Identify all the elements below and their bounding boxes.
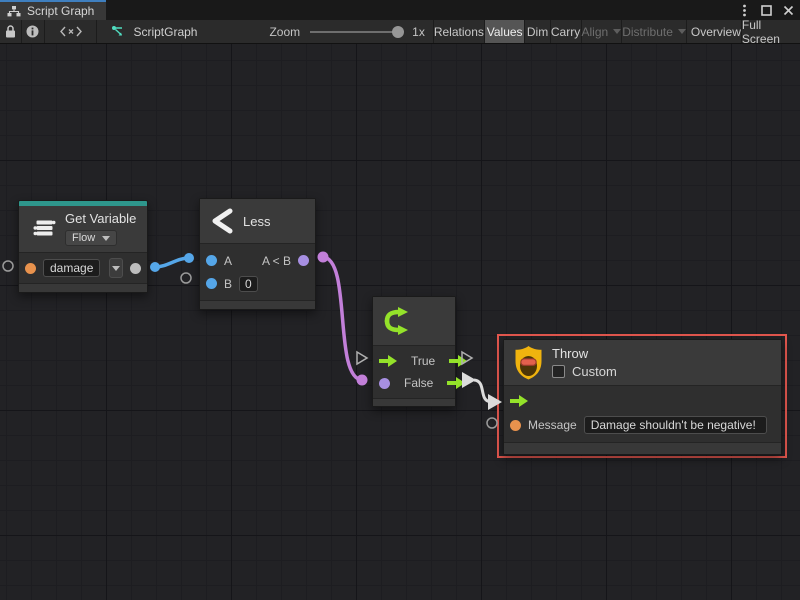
wire-false-to-throw[interactable]	[474, 380, 491, 402]
node-throw[interactable]: Throw Custom Mess	[503, 339, 782, 455]
zoom-label: Zoom	[269, 25, 300, 39]
chevron-down-icon	[678, 29, 686, 34]
node-footer	[19, 283, 147, 292]
message-input-port[interactable]	[510, 420, 521, 431]
values-button[interactable]: Values	[485, 20, 526, 43]
custom-checkbox-label: Custom	[572, 364, 617, 379]
true-output-port[interactable]	[449, 355, 467, 367]
unconnected-flow-hint	[357, 352, 367, 364]
output-label: A < B	[262, 254, 291, 268]
true-label: True	[411, 354, 435, 368]
wire-endpoint	[357, 375, 368, 386]
variable-icon	[33, 217, 56, 240]
unconnected-port-hint	[3, 261, 13, 271]
code-preview-button[interactable]	[45, 20, 98, 43]
lock-icon	[5, 25, 16, 38]
if-header[interactable]	[373, 297, 455, 346]
false-output-port[interactable]	[447, 377, 465, 389]
distribute-button[interactable]: Distribute	[622, 20, 687, 43]
lock-button[interactable]	[0, 20, 22, 43]
variable-name-field[interactable]: damage	[43, 259, 100, 277]
dim-button[interactable]: Dim	[525, 20, 550, 43]
wire-endpoint	[318, 252, 329, 263]
node-if[interactable]: True False	[372, 296, 456, 407]
node-less[interactable]: Less A A < B B 0	[199, 198, 316, 310]
flow-input-port[interactable]	[379, 355, 397, 367]
chevron-down-icon	[613, 29, 621, 34]
node-footer	[373, 398, 455, 406]
false-label: False	[404, 376, 433, 390]
fullscreen-button[interactable]: Full Screen	[742, 20, 800, 43]
script-graph-window: Script Graph	[0, 0, 800, 600]
branch-icon	[381, 305, 411, 337]
input-b-value-field[interactable]: 0	[239, 276, 258, 292]
flow-input-port[interactable]	[510, 395, 528, 407]
node-title: Throw	[552, 346, 617, 361]
graph-canvas[interactable]: Get Variable Flow damage	[0, 44, 800, 600]
less-than-icon	[210, 208, 234, 234]
carry-button[interactable]: Carry	[551, 20, 582, 43]
toolbar-middle: ScriptGraph Zoom 1x	[97, 20, 433, 43]
tab-script-graph[interactable]: Script Graph	[0, 0, 106, 20]
unconnected-port-hint	[181, 273, 191, 283]
less-header[interactable]: Less	[200, 199, 315, 244]
tab-bar: Script Graph	[0, 0, 800, 20]
input-a-port[interactable]	[206, 255, 217, 266]
selection-outline: Throw Custom Mess	[497, 334, 787, 458]
node-title: Less	[243, 214, 270, 229]
graph-toolbar: ScriptGraph Zoom 1x Relations Values Dim…	[0, 20, 800, 44]
align-button[interactable]: Align	[582, 20, 623, 43]
tab-title: Script Graph	[27, 4, 94, 18]
overview-button[interactable]: Overview	[691, 20, 742, 43]
node-get-variable[interactable]: Get Variable Flow damage	[18, 200, 148, 293]
zoom-slider-handle[interactable]	[392, 26, 404, 38]
input-b-port[interactable]	[206, 278, 217, 289]
kebab-menu-icon[interactable]	[736, 2, 752, 18]
node-title: Get Variable	[65, 211, 136, 226]
input-b-label: B	[224, 277, 232, 291]
hierarchy-icon	[7, 5, 21, 18]
close-icon[interactable]	[780, 2, 796, 18]
wire-less-to-if[interactable]	[323, 257, 362, 380]
throw-header[interactable]: Throw Custom	[504, 340, 781, 386]
variable-scope-value: Flow	[72, 232, 95, 244]
wire-damage-to-a[interactable]	[155, 258, 189, 267]
variable-name-dropdown-button[interactable]	[109, 258, 123, 278]
info-icon	[26, 25, 39, 38]
node-footer	[504, 442, 781, 454]
wire-endpoint	[150, 262, 160, 272]
unconnected-port-hint	[487, 418, 497, 428]
comparison-output-port[interactable]	[298, 255, 309, 266]
relations-button[interactable]: Relations	[434, 20, 485, 43]
zoom-slider[interactable]	[310, 31, 402, 33]
message-value-field[interactable]: Damage shouldn't be negative!	[584, 416, 767, 434]
zoom-value: 1x	[412, 25, 425, 39]
node-footer	[200, 300, 315, 309]
code-icon	[60, 26, 82, 37]
value-output-port[interactable]	[130, 263, 141, 274]
chevron-down-icon	[102, 236, 110, 241]
custom-checkbox[interactable]	[552, 365, 565, 378]
wire-endpoint	[184, 253, 194, 263]
window-controls	[736, 0, 796, 20]
variable-scope-dropdown[interactable]: Flow	[65, 230, 117, 246]
graph-name-label[interactable]: ScriptGraph	[133, 25, 197, 39]
info-button[interactable]	[22, 20, 45, 43]
message-label: Message	[528, 418, 577, 432]
input-a-label: A	[224, 254, 232, 268]
get-variable-header[interactable]: Get Variable Flow	[19, 206, 147, 253]
value-input-port[interactable]	[25, 263, 36, 274]
error-shield-icon	[514, 345, 543, 380]
condition-input-port[interactable]	[379, 378, 390, 389]
maximize-icon[interactable]	[758, 2, 774, 18]
graph-icon	[111, 25, 125, 39]
